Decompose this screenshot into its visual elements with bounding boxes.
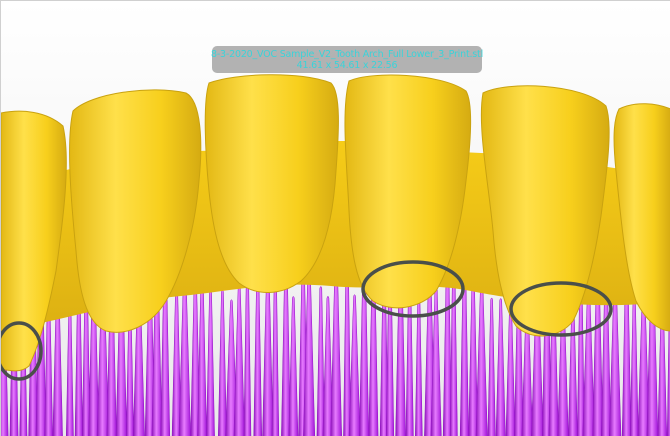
support-spike (233, 282, 245, 436)
support-spike (487, 297, 496, 436)
support-spike (218, 289, 227, 436)
support-spike (206, 288, 215, 436)
support-spike (348, 294, 361, 436)
support-spike (495, 298, 506, 436)
support-spike (288, 296, 299, 436)
model-dimensions: 41.61 x 54.61 x 22.56 (296, 59, 398, 71)
support-spike (582, 283, 595, 436)
model-info-tooltip: 8-3-2020_VOC Sample_V2_Tooth Arch_Full L… (210, 46, 484, 73)
support-spike (66, 300, 74, 436)
model-filename: 8-3-2020_VOC Sample_V2_Tooth Arch_Full L… (210, 48, 484, 60)
3d-viewport[interactable]: 8-3-2020_VOC Sample_V2_Tooth Arch_Full L… (0, 0, 670, 436)
support-spike (253, 267, 263, 436)
support-spike (415, 289, 423, 436)
support-spike (629, 288, 639, 436)
support-spike (197, 270, 207, 436)
support-spike (475, 275, 488, 436)
